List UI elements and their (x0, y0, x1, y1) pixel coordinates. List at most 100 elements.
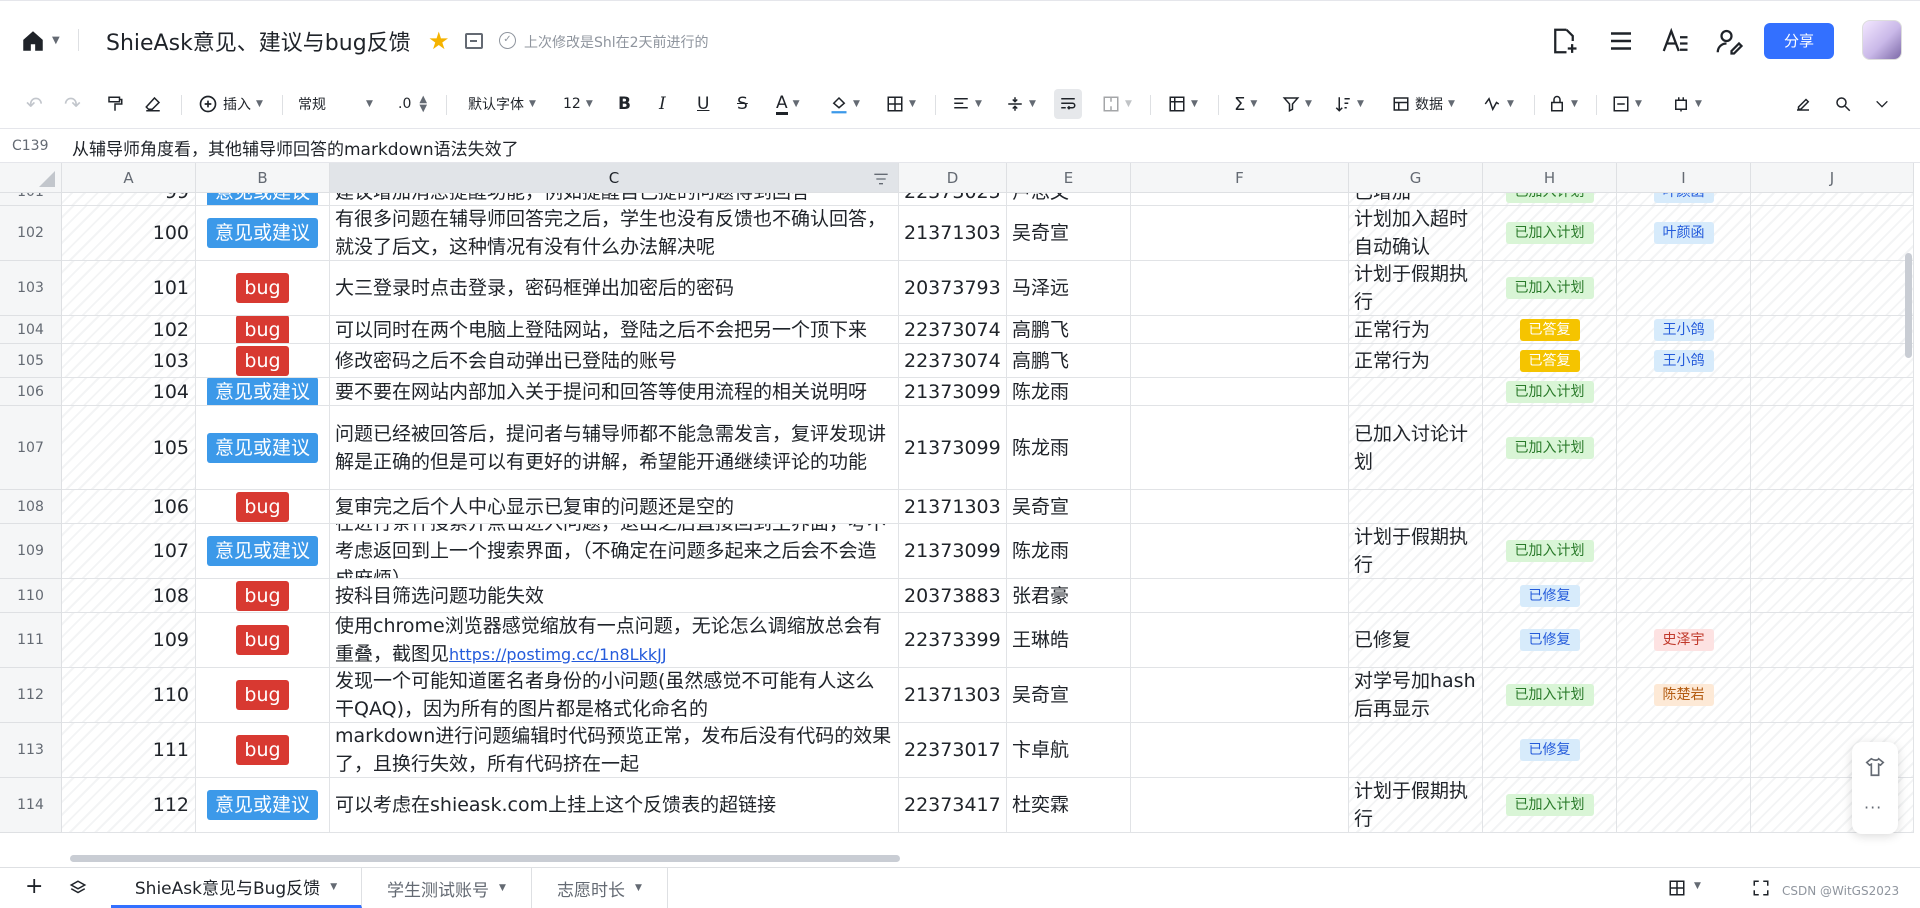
conditional-format-icon[interactable]: ▼ (1482, 79, 1514, 129)
font-family-select[interactable]: 默认字体 ▼ (468, 79, 536, 129)
cell-student-id[interactable]: 21373099 (899, 406, 1007, 490)
last-modified-text[interactable]: 上次修改是Shl在2天前进行的 (524, 32, 709, 52)
cell-assignee[interactable] (1617, 490, 1751, 524)
align-vertical-icon[interactable]: ▼ (1006, 79, 1036, 129)
column-header-a[interactable]: A (62, 163, 196, 193)
search-icon[interactable] (1834, 79, 1852, 129)
cell-note[interactable]: 对学号加hash后再显示 (1349, 668, 1483, 723)
cell-description[interactable]: 在进行条件搜索并点击进入问题，退出之后直接回到主界面，考不考虑返回到上一个搜索界… (330, 524, 899, 579)
cell-id[interactable]: 102 (62, 316, 196, 344)
undo-icon[interactable]: ↶ (26, 79, 43, 129)
cell-id[interactable]: 100 (62, 206, 196, 261)
cell-empty[interactable] (1131, 579, 1349, 613)
cell-student-id[interactable]: 21371303 (899, 206, 1007, 261)
row-header[interactable]: 102 (0, 206, 62, 261)
cell-id[interactable]: 103 (62, 344, 196, 378)
cell-name[interactable]: 张君豪 (1007, 579, 1131, 613)
cell-description[interactable]: 问题已经被回答后，提问者与辅导师都不能急需发言，复评发现讲解是正确的但是可以有更… (330, 406, 899, 490)
bold-icon[interactable]: B (618, 79, 631, 129)
collapse-toolbar-icon[interactable] (1874, 79, 1890, 129)
cell-empty[interactable] (1131, 490, 1349, 524)
cell-assignee[interactable]: 王小鸽 (1617, 344, 1751, 378)
cell-status[interactable]: 已加入计划 (1483, 778, 1617, 833)
row-header[interactable]: 111 (0, 613, 62, 668)
cell-id[interactable]: 109 (62, 613, 196, 668)
cell-assignee[interactable] (1617, 579, 1751, 613)
cell-reference[interactable]: C139 (12, 138, 49, 154)
italic-icon[interactable]: I (659, 79, 666, 129)
cell-id[interactable]: 101 (62, 261, 196, 316)
cell-type[interactable]: bug (196, 668, 330, 723)
vertical-scrollbar[interactable] (1905, 253, 1912, 358)
cell-name[interactable]: 吴奇宣 (1007, 490, 1131, 524)
insert-button[interactable]: 插入 ▼ (198, 79, 263, 129)
cell-status[interactable]: 已加入计划 (1483, 261, 1617, 316)
cell-student-id[interactable]: 22373074 (899, 316, 1007, 344)
cell-assignee[interactable]: 王小鸽 (1617, 316, 1751, 344)
cell-assignee[interactable] (1617, 406, 1751, 490)
column-header-e[interactable]: E (1007, 163, 1131, 193)
cell-type[interactable]: bug (196, 490, 330, 524)
horizontal-scrollbar[interactable] (70, 855, 900, 862)
cell-note[interactable]: 计划于假期执行 (1349, 778, 1483, 833)
cell-note[interactable] (1349, 723, 1483, 778)
cell-note[interactable]: 正常行为 (1349, 344, 1483, 378)
cell-note[interactable]: 已修复 (1349, 613, 1483, 668)
cell-description[interactable]: 发现一个可能知道匿名者身份的小问题(虽然感觉不可能有人这么干QAQ)，因为所有的… (330, 668, 899, 723)
font-size-select[interactable]: 12 ▼ (563, 79, 593, 129)
cell-name[interactable]: 高鹏飞 (1007, 316, 1131, 344)
cell-description[interactable]: markdown进行问题编辑时代码预览正常，发布后没有代码的效果了，且换行失效，… (330, 723, 899, 778)
cell-student-id[interactable]: 22373399 (899, 613, 1007, 668)
cell-id[interactable]: 108 (62, 579, 196, 613)
cell-description[interactable]: 可以同时在两个电脑上登陆网站，登陆之后不会把另一个顶下来 (330, 316, 899, 344)
cell-note[interactable] (1349, 579, 1483, 613)
menu-icon[interactable] (1606, 26, 1636, 56)
formula-input[interactable]: 从辅导师角度看，其他辅导师回答的markdown语法失效了 (72, 135, 519, 160)
cell-student-id[interactable]: 22373017 (899, 723, 1007, 778)
more-icon[interactable]: ··· (1864, 798, 1882, 817)
clear-format-icon[interactable] (144, 79, 162, 129)
cell-status[interactable] (1483, 490, 1617, 524)
cell-empty[interactable] (1751, 613, 1914, 668)
cell-status[interactable]: 已加入计划 (1483, 406, 1617, 490)
row-header[interactable]: 105 (0, 344, 62, 378)
sort-icon[interactable]: ▼ (1334, 79, 1364, 129)
cell-empty[interactable] (1751, 316, 1914, 344)
cell-status[interactable]: 已加入计划 (1483, 206, 1617, 261)
cell-empty[interactable] (1751, 668, 1914, 723)
cell-empty[interactable] (1131, 524, 1349, 579)
cell-empty[interactable] (1751, 524, 1914, 579)
cell-type[interactable]: 意见或建议 (196, 778, 330, 833)
column-header-g[interactable]: G (1349, 163, 1483, 193)
cell-status[interactable]: 已加入计划 (1483, 524, 1617, 579)
cell-empty[interactable] (1751, 344, 1914, 378)
fill-color-icon[interactable]: ▼ (830, 79, 860, 129)
cell-name[interactable]: 陈龙雨 (1007, 378, 1131, 406)
fullscreen-icon[interactable] (1752, 879, 1770, 897)
column-header-d[interactable]: D (899, 163, 1007, 193)
cell-name[interactable]: 杜奕霖 (1007, 778, 1131, 833)
cell-note[interactable]: 计划于假期执行 (1349, 524, 1483, 579)
cell-description[interactable]: 大三登录时点击登录，密码框弹出加密后的密码 (330, 261, 899, 316)
cell-assignee[interactable] (1617, 378, 1751, 406)
cell-description[interactable]: 要不要在网站内部加入关于提问和回答等使用流程的相关说明呀 (330, 378, 899, 406)
cell-name[interactable]: 王琳皓 (1007, 613, 1131, 668)
cell-type[interactable]: bug (196, 723, 330, 778)
cell-empty[interactable] (1751, 206, 1914, 261)
cell-description[interactable]: 按科目筛选问题功能失效 (330, 579, 899, 613)
cell-assignee[interactable] (1617, 524, 1751, 579)
cell-type[interactable]: 意见或建议 (196, 206, 330, 261)
cell-id[interactable]: 112 (62, 778, 196, 833)
cell-type[interactable]: bug (196, 261, 330, 316)
cell-empty[interactable] (1131, 778, 1349, 833)
cell-type[interactable]: bug (196, 579, 330, 613)
text-format-icon[interactable] (1660, 26, 1690, 56)
sum-icon[interactable]: Σ ▼ (1234, 79, 1257, 129)
cell-name[interactable]: 吴奇宣 (1007, 206, 1131, 261)
cell-student-id[interactable]: 20373793 (899, 261, 1007, 316)
collaborator-icon[interactable] (1714, 26, 1744, 56)
grid-view-icon[interactable] (1668, 879, 1686, 897)
row-header[interactable]: 110 (0, 579, 62, 613)
cell-id[interactable]: 104 (62, 378, 196, 406)
cell-status[interactable]: 已修复 (1483, 613, 1617, 668)
